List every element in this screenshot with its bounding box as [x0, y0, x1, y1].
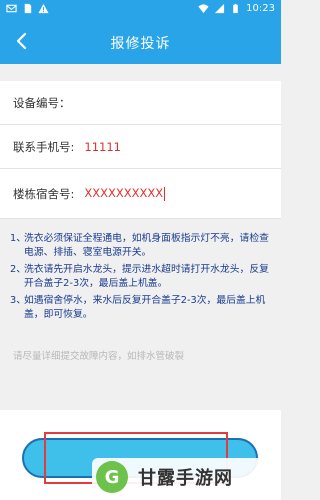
dorm-label: 楼栋宿舍号:	[13, 186, 75, 201]
status-bar: 10:23	[0, 0, 281, 19]
instruction-number: 3、	[10, 295, 27, 306]
text-cursor	[164, 186, 166, 201]
battery-icon	[233, 3, 238, 14]
warning-icon	[38, 3, 49, 14]
page-title: 报修投诉	[110, 36, 171, 52]
phone-field[interactable]: 联系手机号: 11111	[0, 125, 281, 169]
status-notifications	[6, 3, 49, 14]
watermark: G 甘露手游网	[92, 458, 278, 496]
app-bar: 报修投诉	[0, 19, 281, 64]
phone-value: 11111	[84, 139, 121, 154]
wifi-icon	[198, 4, 209, 14]
instruction-text: 洗衣必须保证全程通电，如机身面板指示灯不亮，请检查电源、排插、寝室电源开关。	[24, 233, 269, 258]
repair-form: 设备编号： 联系手机号: 11111 楼栋宿舍号: XXXXXXXXXX	[0, 81, 281, 219]
sim-card-icon	[24, 3, 32, 14]
instruction-item: 3、 如遇宿舍停水，来水后反复开合盖子2-3次，最后盖上机盖，即可恢复。	[10, 294, 274, 322]
instruction-text: 洗衣请先开启水龙头，提示进水超时请打开水龙头，反复开合盖子2-3次，最后盖上机盖…	[24, 264, 269, 289]
instruction-item: 2、 洗衣请先开启水龙头，提示进水超时请打开水龙头，反复开合盖子2-3次，最后盖…	[10, 263, 274, 291]
status-time: 10:23	[246, 3, 275, 14]
dorm-field[interactable]: 楼栋宿舍号: XXXXXXXXXX	[0, 169, 281, 219]
device-number-label: 设备编号：	[13, 95, 71, 110]
watermark-logo: G	[96, 461, 128, 493]
watermark-text: 甘露手游网	[138, 468, 233, 489]
status-system: 10:23	[198, 3, 275, 14]
instruction-item: 1、 洗衣必须保证全程通电，如机身面板指示灯不亮，请检查电源、排插、寝室电源开关…	[10, 232, 274, 260]
signal-icon	[215, 3, 225, 14]
instructions-list: 1、 洗衣必须保证全程通电，如机身面板指示灯不亮，请检查电源、排插、寝室电源开关…	[10, 232, 274, 325]
dorm-value-text: XXXXXXXXXX	[84, 186, 164, 201]
phone-label: 联系手机号:	[13, 139, 75, 154]
instruction-number: 1、	[10, 233, 27, 244]
instruction-number: 2、	[10, 264, 27, 275]
instruction-text: 如遇宿舍停水，来水后反复开合盖子2-3次，最后盖上机盖，即可恢复。	[24, 295, 266, 320]
dorm-value: XXXXXXXXXX	[84, 186, 166, 201]
description-hint[interactable]: 请尽量详细提交故障内容，如排水管破裂	[13, 348, 184, 362]
email-icon	[6, 4, 17, 13]
device-number-field[interactable]: 设备编号：	[0, 81, 281, 125]
